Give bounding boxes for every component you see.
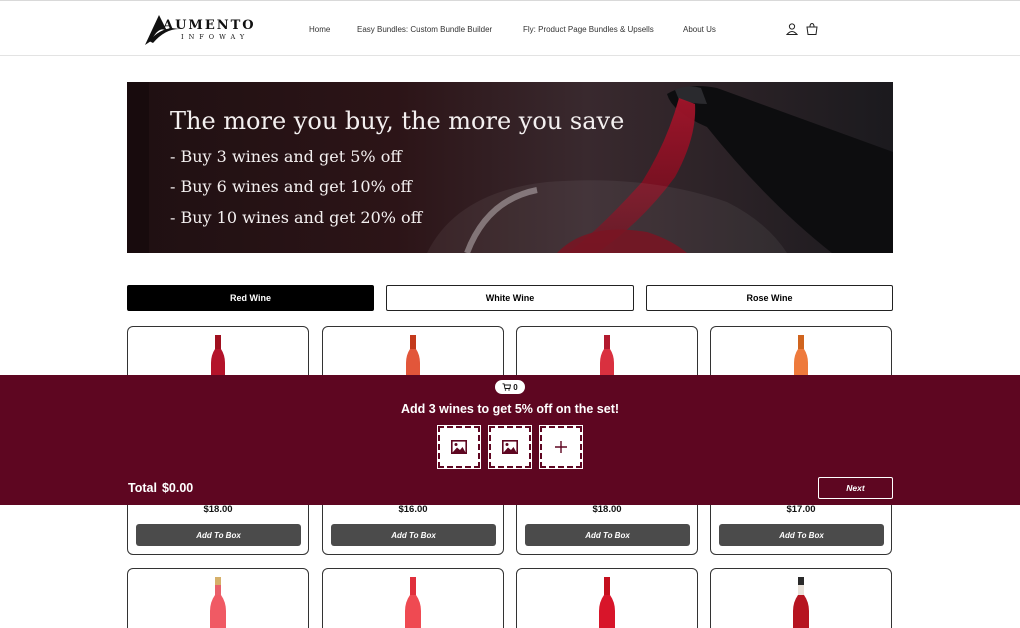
next-button[interactable]: Next: [818, 477, 893, 499]
nav-fly[interactable]: Fly: Product Page Bundles & Upsells: [523, 1, 654, 57]
site-header: AUMENTO INFOWAY Home Easy Bundles: Custo…: [0, 0, 1020, 56]
tab-red-wine[interactable]: Red Wine: [127, 285, 374, 311]
nav-home-link[interactable]: Home: [309, 25, 330, 34]
bundle-bar: 0 Add 3 wines to get 5% off on the set! …: [0, 375, 1020, 505]
add-to-box-button[interactable]: Add To Box: [136, 524, 301, 546]
hero-bullet: - Buy 10 wines and get 20% off: [170, 208, 423, 227]
bundle-cart-badge[interactable]: 0: [495, 380, 525, 394]
cart-count: 0: [513, 382, 518, 392]
product-price: $18.00: [203, 504, 233, 515]
tab-rose-wine[interactable]: Rose Wine: [646, 285, 893, 311]
total-value: $0.00: [161, 481, 194, 495]
product-card[interactable]: [516, 568, 698, 628]
wine-bottle-image: [599, 577, 615, 628]
logo-subtext: INFOWAY: [181, 33, 250, 41]
product-price: $16.00: [398, 504, 428, 515]
wine-bottle-image: [405, 577, 421, 628]
cart-icon: [502, 383, 512, 391]
product-card[interactable]: [322, 568, 504, 628]
wine-bottle-image: [793, 577, 809, 628]
image-placeholder-icon: [502, 440, 518, 454]
product-card[interactable]: [127, 568, 309, 628]
nav-easy-bundles-link[interactable]: Easy Bundles: Custom Bundle Builder: [357, 25, 492, 34]
nav-about-link[interactable]: About Us: [683, 25, 716, 34]
product-price: $18.00: [592, 504, 622, 515]
logo-text: AUMENTO: [163, 18, 256, 33]
product-price: $17.00: [786, 504, 816, 515]
logo[interactable]: AUMENTO INFOWAY: [141, 11, 259, 47]
add-to-box-button[interactable]: Add To Box: [525, 524, 690, 546]
nav-easy-bundles[interactable]: Easy Bundles: Custom Bundle Builder: [357, 1, 492, 57]
nav-about-us[interactable]: About Us: [683, 1, 716, 57]
tab-white-wine[interactable]: White Wine: [386, 285, 634, 311]
wine-bottle-image: [210, 577, 226, 628]
image-placeholder-icon: [451, 440, 467, 454]
add-to-box-button[interactable]: Add To Box: [331, 524, 496, 546]
add-to-box-button[interactable]: Add To Box: [719, 524, 884, 546]
nav-home[interactable]: Home: [309, 1, 330, 57]
nav-fly-link[interactable]: Fly: Product Page Bundles & Upsells: [523, 25, 654, 34]
bundle-add-slot[interactable]: [539, 425, 583, 469]
bundle-total: Total $0.00: [128, 481, 193, 495]
account-icon[interactable]: [785, 22, 799, 36]
plus-icon: [555, 441, 567, 453]
hero-bullet: - Buy 6 wines and get 10% off: [170, 177, 412, 196]
bundle-slot[interactable]: [488, 425, 532, 469]
bundle-message: Add 3 wines to get 5% off on the set!: [400, 402, 620, 416]
hero-banner: The more you buy, the more you save - Bu…: [127, 82, 893, 253]
total-label: Total: [128, 481, 157, 495]
product-card[interactable]: [710, 568, 892, 628]
hero-title: The more you buy, the more you save: [170, 107, 625, 135]
hero-bullet: - Buy 3 wines and get 5% off: [170, 147, 402, 166]
cart-icon[interactable]: [805, 22, 819, 36]
bundle-slot[interactable]: [437, 425, 481, 469]
